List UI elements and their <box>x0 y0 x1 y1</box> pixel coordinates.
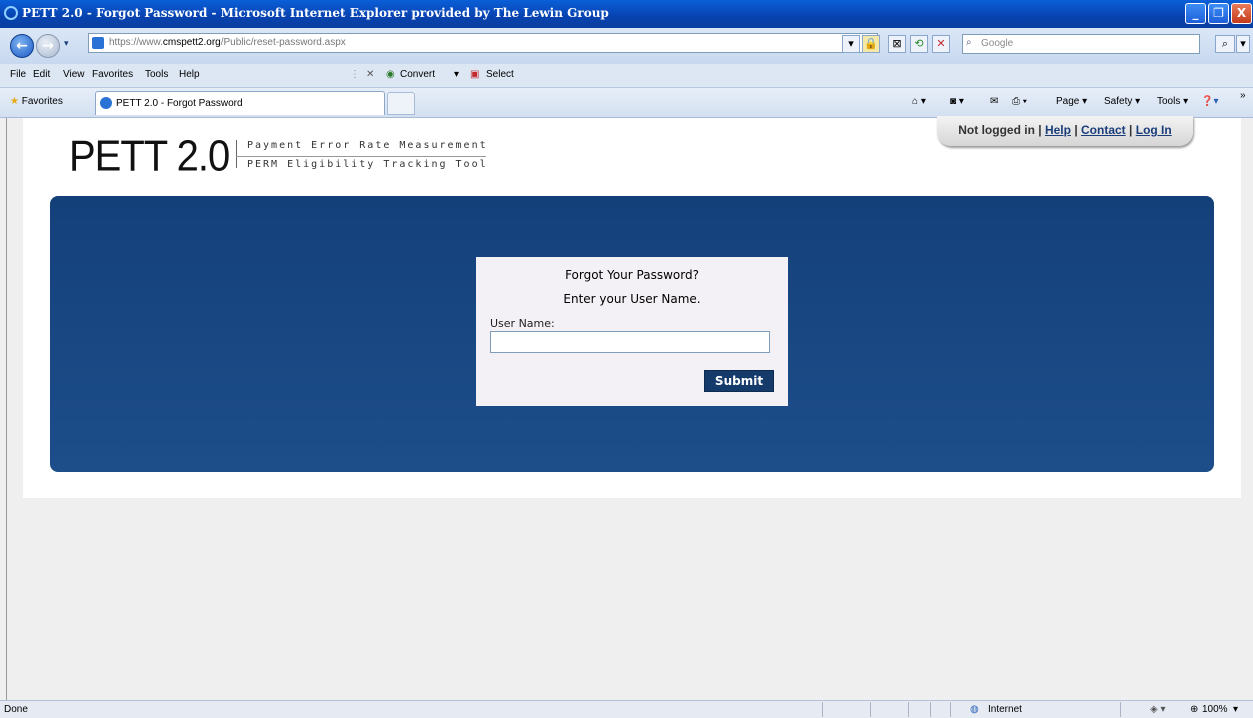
logo-divider <box>236 140 237 168</box>
zoom-icon[interactable]: ⊕ <box>1190 704 1198 715</box>
separator: | <box>1129 123 1133 137</box>
site-logo[interactable]: PETT 2.0 <box>69 132 230 182</box>
select-button[interactable]: Select <box>486 69 514 80</box>
logo-rule <box>236 156 486 157</box>
help-link[interactable]: Help <box>1045 123 1071 137</box>
select-icon: ▣ <box>470 69 480 80</box>
toolbar-grip-icon: ⋮ <box>350 69 360 80</box>
refresh-icon[interactable]: ⟲ <box>910 35 928 53</box>
menu-tools[interactable]: Tools <box>145 69 168 80</box>
more-commands-icon[interactable]: » <box>1240 90 1246 101</box>
compatibility-icon[interactable]: ⊠ <box>888 35 906 53</box>
menu-file[interactable]: File <box>10 69 26 80</box>
feeds-icon[interactable]: ◙ ▾ <box>950 96 964 107</box>
tab-title: PETT 2.0 - Forgot Password <box>116 98 243 109</box>
tagline-top: Payment Error Rate Measurement <box>247 140 488 151</box>
login-status: Not logged in <box>958 123 1035 137</box>
restore-button[interactable]: ❐ <box>1208 3 1229 24</box>
forward-button[interactable]: → <box>36 34 60 58</box>
status-text: Done <box>4 704 28 715</box>
search-input[interactable]: ⌕ Google <box>962 34 1200 54</box>
menu-bar: File Edit View Favorites Tools Help ⋮ ✕ … <box>0 64 1253 88</box>
tools-menu[interactable]: Tools ▾ <box>1157 96 1188 107</box>
url-text: https://www.cmspett2.org/Public/reset-pa… <box>109 37 346 48</box>
divider <box>908 702 909 717</box>
menu-help[interactable]: Help <box>179 69 200 80</box>
menu-view[interactable]: View <box>63 69 85 80</box>
contact-link[interactable]: Contact <box>1081 123 1126 137</box>
close-button[interactable]: X <box>1231 3 1252 24</box>
page-icon <box>92 37 104 49</box>
divider <box>870 702 871 717</box>
convert-dropdown-icon[interactable]: ▾ <box>454 69 459 80</box>
favorites-label: Favorites <box>21 96 63 107</box>
address-toolbar: ← → ▾ https://www.cmspett2.org/Public/re… <box>0 28 1253 64</box>
browser-viewport: PETT 2.0 Payment Error Rate Measurement … <box>6 116 1253 700</box>
username-input[interactable] <box>490 331 770 353</box>
close-toolbar-icon[interactable]: ✕ <box>366 69 374 80</box>
minimize-button[interactable]: _ <box>1185 3 1206 24</box>
forgot-password-panel: Forgot Your Password? Enter your User Na… <box>476 257 788 406</box>
tab-forgot-password[interactable]: PETT 2.0 - Forgot Password <box>95 91 385 115</box>
username-label: User Name: <box>490 317 555 330</box>
address-field[interactable]: https://www.cmspett2.org/Public/reset-pa… <box>88 33 878 53</box>
recent-pages-dropdown-icon[interactable]: ▾ <box>64 39 69 49</box>
stop-icon[interactable]: ✕ <box>932 35 950 53</box>
convert-button[interactable]: Convert <box>400 69 435 80</box>
protected-mode-icon[interactable]: ◈ ▾ <box>1150 704 1166 715</box>
safety-menu[interactable]: Safety ▾ <box>1104 96 1140 107</box>
submit-button[interactable]: Submit <box>704 370 774 392</box>
login-status-box: Not logged in | Help | Contact | Log In <box>937 116 1193 146</box>
status-bar: Done ◍ Internet ◈ ▾ ⊕ 100% ▾ <box>0 700 1253 718</box>
menu-favorites[interactable]: Favorites <box>92 69 133 80</box>
form-instruction: Enter your User Name. <box>563 292 701 306</box>
form-heading: Forgot Your Password? <box>565 268 699 282</box>
divider <box>930 702 931 717</box>
divider <box>1120 702 1121 717</box>
mail-icon[interactable]: ✉ <box>990 96 998 107</box>
search-button[interactable]: ⌕ <box>1215 35 1235 53</box>
tab-ie-icon <box>100 97 112 109</box>
page-menu[interactable]: Page ▾ <box>1056 96 1087 107</box>
zone-label: Internet <box>988 704 1022 715</box>
search-options-icon[interactable]: ▾ <box>1236 35 1250 53</box>
address-dropdown-icon[interactable]: ▾ <box>842 35 860 53</box>
help-icon[interactable]: ❓▾ <box>1201 96 1218 107</box>
window-titlebar: PETT 2.0 - Forgot Password - Microsoft I… <box>0 0 1253 28</box>
back-button[interactable]: ← <box>10 34 34 58</box>
separator: | <box>1038 123 1042 137</box>
zoom-dropdown-icon[interactable]: ▾ <box>1233 704 1238 715</box>
lock-icon[interactable]: 🔒 <box>862 35 880 53</box>
tagline-bottom: PERM Eligibility Tracking Tool <box>247 159 488 170</box>
favorites-button[interactable]: ★ Favorites <box>10 96 63 107</box>
home-icon[interactable]: ⌂ ▾ <box>912 96 926 107</box>
menu-edit[interactable]: Edit <box>33 69 50 80</box>
star-icon: ★ <box>10 96 19 107</box>
new-tab-button[interactable] <box>387 92 415 115</box>
page-container: PETT 2.0 Payment Error Rate Measurement … <box>23 116 1241 498</box>
convert-icon: ◉ <box>386 69 395 80</box>
window-title: PETT 2.0 - Forgot Password - Microsoft I… <box>22 6 609 20</box>
log-in-link[interactable]: Log In <box>1136 123 1172 137</box>
favorites-bar: ★ Favorites PETT 2.0 - Forgot Password ⌂… <box>0 88 1253 118</box>
blue-banner: Forgot Your Password? Enter your User Na… <box>50 196 1214 472</box>
print-icon[interactable]: ⎙ ▾ <box>1012 96 1027 107</box>
divider <box>822 702 823 717</box>
search-icon: ⌕ <box>966 37 972 48</box>
separator: | <box>1074 123 1078 137</box>
globe-icon: ◍ <box>970 704 979 715</box>
zoom-level[interactable]: 100% <box>1202 704 1228 715</box>
divider <box>950 702 951 717</box>
ie-logo-icon <box>4 6 18 20</box>
